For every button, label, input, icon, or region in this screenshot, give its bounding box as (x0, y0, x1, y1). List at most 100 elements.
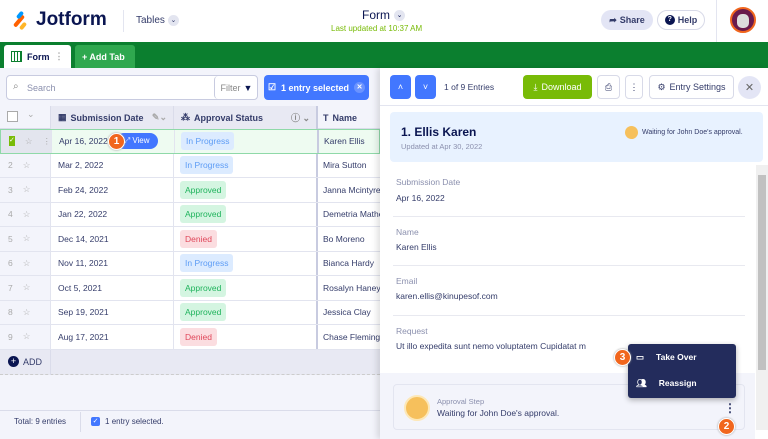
column-submission-date[interactable]: ▦ Submission Date ✎⌄ (50, 106, 173, 129)
cell-status: Denied (173, 227, 316, 251)
cell-status: In Progress (173, 251, 316, 275)
tables-dropdown[interactable]: Tables ⌄ (136, 15, 179, 26)
status-badge: In Progress (180, 156, 234, 175)
approver-avatar-icon (625, 126, 638, 139)
previous-entry-button[interactable]: ˄ (390, 75, 411, 99)
column-label: Name (332, 112, 358, 123)
pin-icon[interactable]: ✎⌄ (152, 112, 167, 123)
chevron-down-icon[interactable]: ⌄ (27, 109, 35, 120)
table-row[interactable]: 3 ☆ Feb 24, 2022 Approved Janna Mcintyre (0, 178, 380, 203)
date-value: Sep 19, 2021 (58, 307, 109, 318)
cell-name: Demetria Mathe (316, 202, 380, 226)
more-vertical-icon[interactable]: ⋮ (43, 136, 52, 147)
row-number: 8 (8, 307, 13, 318)
approval-menu: ▭ Take Over 👥︎ Reassign (628, 344, 736, 398)
column-approval-status[interactable]: ⁂ Approval Status ⓘ ⌄ (173, 106, 316, 129)
cell-status: Approved (173, 178, 316, 202)
star-icon[interactable]: ☆ (23, 160, 31, 171)
table-row[interactable]: 5 ☆ Dec 14, 2021 Denied Bo Moreno (0, 227, 380, 252)
selected-count: 1 entry selected. (105, 417, 164, 426)
name-value: Mira Sutton (323, 160, 367, 171)
name-value: Jessica Clay (323, 307, 371, 318)
name-value: Karen Ellis (324, 136, 365, 147)
logo-text: Jotform (36, 9, 107, 30)
star-icon[interactable]: ☆ (23, 307, 31, 318)
tables-label: Tables (136, 15, 165, 26)
add-tab-button[interactable]: + Add Tab (75, 45, 135, 68)
top-header: Jotform Tables ⌄ Form ⌄ Last updated at 10… (0, 0, 768, 42)
menu-label: Take Over (656, 352, 697, 362)
table-row[interactable]: 8 ☆ Sep 19, 2021 Approved Jessica Clay (0, 300, 380, 325)
entry-settings-button[interactable]: ⚙ Entry Settings (649, 75, 734, 99)
date-value: Mar 2, 2022 (58, 160, 104, 171)
scrollbar[interactable] (756, 165, 768, 430)
more-vertical-icon[interactable]: ⋮ (724, 401, 736, 415)
name-value: Bianca Hardy (323, 258, 375, 269)
table-row[interactable]: 6 ☆ Nov 11, 2021 In Progress Bianca Hard… (0, 251, 380, 276)
share-label: Share (619, 15, 645, 25)
calendar-icon: ▦ (58, 112, 67, 122)
table-header: ⌄ ▦ Submission Date ✎⌄ ⁂ Approval Status ⓘ ⌄… (0, 106, 380, 129)
row-number: 9 (8, 331, 13, 342)
field-value: karen.ellis@kinupesof.com (396, 291, 498, 301)
print-button[interactable]: ⎙ (597, 75, 620, 99)
status-badge: Approved (180, 278, 227, 297)
date-value: Aug 17, 2021 (58, 331, 109, 342)
table-row[interactable]: 2 ☆ Mar 2, 2022 In Progress Mira Sutton (0, 153, 380, 178)
search-input[interactable]: ⌕ Search Filter ▼ (6, 75, 258, 100)
approver-avatar-icon (404, 395, 430, 421)
filter-button[interactable]: Filter ▼ (214, 76, 258, 99)
row-number: 7 (8, 282, 13, 293)
cell-name: Bo Moreno (316, 227, 380, 251)
table-row[interactable]: 4 ☆ Jan 22, 2022 Approved Demetria Mathe (0, 202, 380, 227)
star-icon[interactable]: ☆ (23, 233, 31, 244)
row-checkbox[interactable]: ✓ (9, 136, 15, 147)
tab-form[interactable]: Form ⋮ (4, 45, 71, 68)
cell-name: Chase Fleming (316, 325, 380, 349)
table-row[interactable]: 7 ☆ Oct 5, 2021 Approved Rosalyn Haney (0, 276, 380, 301)
name-value: Demetria Mathe (323, 209, 380, 220)
search-placeholder: Search (27, 83, 56, 93)
add-tab-label: + Add Tab (82, 51, 125, 62)
info-icon[interactable]: ⓘ ⌄ (291, 111, 310, 124)
help-button[interactable]: ? Help (657, 10, 705, 30)
table-row[interactable]: ✓ ☆ ⋮ Apr 16, 2022 ⤢ View In Progress Kar… (0, 129, 380, 154)
menu-item-take-over[interactable]: ▭ Take Over (636, 352, 697, 363)
cell-status: Approved (173, 300, 316, 324)
avatar[interactable] (730, 7, 756, 33)
date-value: Apr 16, 2022 (59, 136, 108, 147)
select-all-checkbox[interactable] (7, 111, 18, 122)
entry-updated: Updated at Apr 30, 2022 (401, 142, 483, 151)
close-panel-button[interactable]: ✕ (738, 76, 761, 99)
cell-status: In Progress (173, 153, 316, 177)
more-options-button[interactable]: ⋮ (625, 75, 643, 99)
date-value: Feb 24, 2022 (58, 184, 109, 195)
cell-date: Oct 5, 2021 (50, 276, 173, 300)
entry-counter: 1 of 9 Entries (444, 82, 495, 92)
table-row[interactable]: 9 ☆ Aug 17, 2021 Denied Chase Fleming (0, 325, 380, 350)
star-icon[interactable]: ☆ (23, 331, 31, 342)
more-vertical-icon: ⋮ (629, 81, 639, 92)
menu-item-reassign[interactable]: 👥︎ Reassign (636, 378, 697, 389)
star-icon[interactable]: ☆ (23, 184, 31, 195)
more-icon[interactable]: ⋮ (55, 51, 64, 62)
close-icon[interactable]: ✕ (354, 82, 366, 93)
view-label: View (132, 136, 150, 146)
next-entry-button[interactable]: ˅ (415, 75, 436, 99)
star-icon[interactable]: ☆ (23, 258, 31, 269)
star-icon[interactable]: ☆ (25, 136, 33, 147)
selected-entries-chip[interactable]: ☑ 1 entry selected ✕ (264, 75, 369, 100)
star-icon[interactable]: ☆ (23, 209, 31, 220)
cell-date: Nov 11, 2021 (50, 251, 173, 275)
step-marker: 2 (718, 418, 735, 435)
star-icon[interactable]: ☆ (23, 282, 31, 293)
add-row-button[interactable]: + ADD (8, 356, 42, 367)
chevron-up-icon: ˄ (397, 82, 404, 92)
cell-date: Dec 14, 2021 (50, 227, 173, 251)
filter-icon: ▼ (243, 82, 253, 93)
cell-name: Janna Mcintyre (316, 178, 380, 202)
form-title-dropdown[interactable]: Form ⌄ (362, 8, 405, 22)
share-button[interactable]: ➦ Share (601, 10, 653, 30)
column-name[interactable]: T Name (316, 106, 380, 129)
download-button[interactable]: ⤓ Download (523, 75, 592, 99)
